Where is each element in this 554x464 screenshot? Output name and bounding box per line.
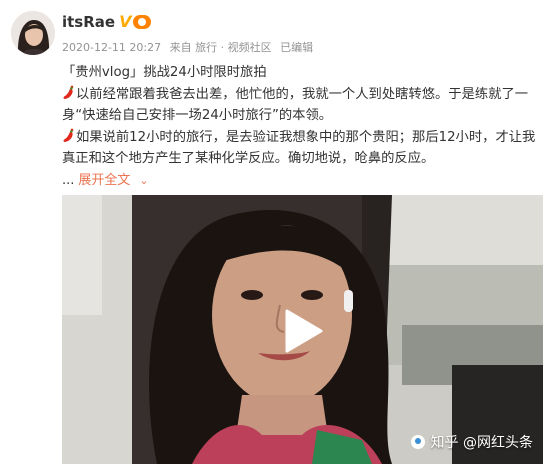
post-paragraph-2: 如果说前12小时的旅行，是去验证我想象中的那个贵阳；那后12小时，才让我真正和这… bbox=[62, 127, 544, 170]
expand-label[interactable]: 展开全文 bbox=[78, 170, 130, 192]
post-author-row: itsRae V bbox=[62, 12, 152, 31]
expand-full-text-link[interactable]: ... 展开全文 ⌄ bbox=[62, 170, 544, 192]
post-paragraph-1: 以前经常跟着我爸去出差，他忙他的，我就一个人到处瞎转悠。于是练就了一身“快速给自… bbox=[62, 84, 544, 127]
post-title-line: 「贵州vlog」挑战24小时限时旅拍 bbox=[62, 65, 267, 80]
play-icon[interactable] bbox=[283, 309, 323, 353]
level-badge-icon bbox=[133, 15, 152, 29]
edited-label[interactable]: 已编辑 bbox=[280, 41, 313, 54]
paragraph-2-text: 如果说前12小时的旅行，是去验证我想象中的那个贵阳；那后12小时，才让我真正和这… bbox=[62, 129, 536, 167]
post-timestamp[interactable]: 2020-12-11 20:27 bbox=[62, 41, 161, 54]
video-player[interactable]: 知乎 @网红头条 bbox=[62, 195, 543, 464]
post-content: 「贵州vlog」挑战24小时限时旅拍 以前经常跟着我爸去出差，他忙他的，我就一个… bbox=[62, 62, 544, 191]
chili-pepper-icon bbox=[63, 128, 74, 142]
chili-pepper-icon bbox=[63, 85, 74, 99]
post-meta: 2020-12-11 20:27 来自 旅行 · 视频社区 已编辑 bbox=[62, 39, 318, 55]
watermark-text: 知乎 @网红头条 bbox=[430, 435, 533, 451]
zhihu-watermark-icon bbox=[410, 435, 425, 449]
post-source[interactable]: 来自 旅行 · 视频社区 bbox=[170, 41, 272, 54]
zhihu-watermark: 知乎 @网红头条 bbox=[410, 432, 533, 452]
paragraph-1-text: 以前经常跟着我爸去出差，他忙他的，我就一个人到处瞎转悠。于是练就了一身“快速给自… bbox=[62, 86, 529, 124]
verified-icon: V bbox=[119, 12, 132, 31]
avatar[interactable] bbox=[11, 11, 55, 55]
chevron-down-icon[interactable]: ⌄ bbox=[139, 170, 148, 192]
author-name[interactable]: itsRae bbox=[62, 13, 115, 31]
verified-badge: V bbox=[119, 12, 152, 31]
ellipsis: ... bbox=[62, 172, 75, 188]
